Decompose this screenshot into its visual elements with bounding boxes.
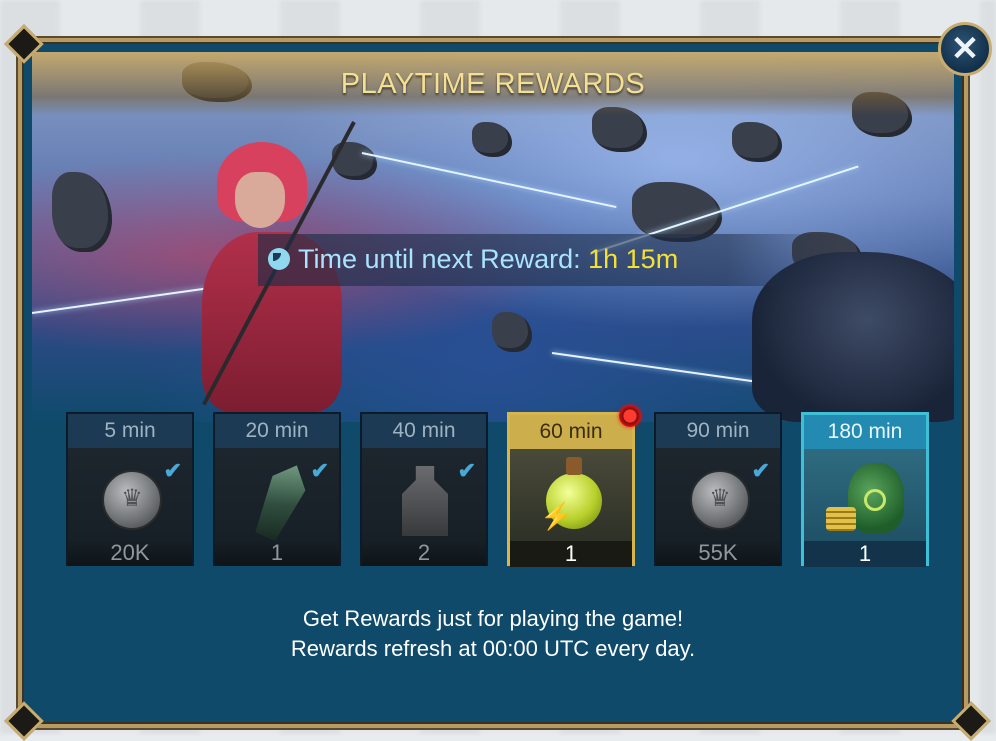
reward-card-60-min[interactable]: 60 min ⚡ 1 (507, 412, 635, 567)
reward-quantity: 1 (215, 540, 339, 566)
claimed-check-icon: ✔ (163, 458, 182, 483)
floating-rock (52, 172, 112, 252)
close-icon: ✕ (950, 30, 980, 68)
floating-rock (472, 122, 512, 157)
money-bag-icon (848, 463, 904, 533)
reward-quantity: 55K (656, 540, 780, 566)
close-button[interactable]: ✕ (938, 22, 992, 76)
reward-time-label: 60 min (510, 415, 632, 449)
reward-quantity: 1 (510, 541, 632, 567)
floating-rock (632, 182, 722, 242)
reward-quantity: 20K (68, 540, 192, 566)
lightning-bolt (361, 152, 617, 209)
footer-line-2: Rewards refresh at 00:00 UTC every day. (290, 636, 696, 661)
silver-coin-icon (102, 470, 162, 530)
reward-quantity: 2 (362, 540, 486, 566)
dialog-title: PLAYTIME REWARDS (340, 68, 646, 100)
claimed-check-icon: ✔ (310, 458, 329, 483)
next-reward-timer: Time until next Reward: 1h 15m (258, 234, 843, 286)
energy-bolt-icon: ⚡ (540, 501, 573, 531)
footer-info: Get Rewards just for playing the game! R… (32, 604, 954, 664)
reward-time-label: 40 min (362, 414, 486, 448)
reward-card-20-min[interactable]: 20 min 1 ✔ (213, 412, 341, 566)
timer-label: Time until next Reward: (298, 244, 581, 274)
silver-coin-icon (690, 470, 750, 530)
gold-coins-icon (826, 507, 856, 531)
claimed-check-icon: ✔ (457, 458, 476, 483)
reward-quantity: 1 (804, 541, 926, 567)
reward-card-40-min[interactable]: 40 min 2 ✔ (360, 412, 488, 566)
reward-time-label: 20 min (215, 414, 339, 448)
floating-rock (492, 312, 532, 352)
clock-icon (268, 248, 290, 270)
bottle-icon (402, 466, 448, 536)
character-face (235, 172, 285, 228)
claimed-check-icon: ✔ (751, 458, 770, 483)
timer-value: 1h 15m (588, 244, 679, 274)
reward-cards: 5 min 20K ✔ 20 min 1 ✔ 40 min 2 ✔ 60 min… (66, 412, 936, 568)
reward-card-90-min[interactable]: 90 min 55K ✔ (654, 412, 782, 566)
reward-time-label: 5 min (68, 414, 192, 448)
shard-icon (249, 458, 314, 544)
reward-time-label: 180 min (804, 415, 926, 449)
reward-card-180-min[interactable]: 180 min 1 (801, 412, 929, 567)
reward-card-5-min[interactable]: 5 min 20K ✔ (66, 412, 194, 566)
title-bar: PLAYTIME REWARDS (32, 52, 954, 116)
notification-dot (619, 405, 641, 427)
floating-rock (732, 122, 782, 162)
reward-time-label: 90 min (656, 414, 780, 448)
footer-line-1: Get Rewards just for playing the game! (302, 606, 684, 631)
